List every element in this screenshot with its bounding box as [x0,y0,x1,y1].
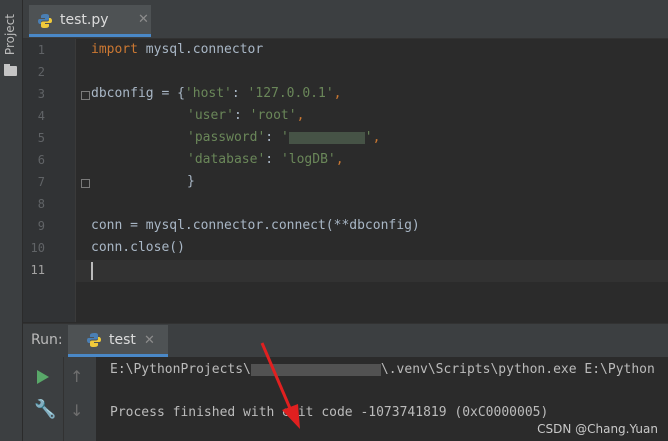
project-tool-sidebar: Project [0,0,23,441]
code-line-6: 'database': 'logDB', [187,152,344,167]
string-literal: 'root' [249,108,297,123]
line-number: 9 [37,219,45,233]
close-icon[interactable]: ✕ [144,333,155,348]
redacted-password [288,131,365,144]
editor-tab-bar: test.py ✕ [23,0,668,39]
project-tool-button[interactable]: Project [3,14,17,55]
code-line-3: dbconfig = {'host': '127.0.0.1', [91,86,341,101]
string-literal: 'logDB' [280,152,336,167]
output-text: \.venv\Scripts\python.exe E:\Python [380,362,655,377]
redacted-path [250,363,381,376]
string-literal: ' [364,130,373,145]
string-literal: ' [280,130,289,145]
string-literal: '127.0.0.1' [247,86,334,101]
run-toolbar: 🔧 ↑ ↓ [23,357,96,441]
line-number-gutter: 1 2 3 4 5 6 7 8 9 10 11 [23,39,76,322]
code-text: dbconfig = { [91,86,185,101]
string-literal: 'password' [187,130,266,145]
run-output-panel: 🔧 ↑ ↓ E:\PythonProjects\ \.venv\Scripts\p… [23,357,668,441]
run-label: Run: [31,332,63,348]
code-text: mysql.connector [137,42,264,57]
text-caret [91,262,93,280]
code-text: : [233,108,250,123]
code-line-7: } [187,174,195,189]
code-line-5: 'password': ' ', [187,130,380,145]
output-text: E:\PythonProjects\ [110,362,251,377]
line-number: 1 [37,43,45,57]
python-icon [87,333,101,347]
code-line-4: 'user': 'root', [187,108,304,123]
code-editor[interactable]: 1 2 3 4 5 6 7 8 9 10 11 import mysql.con… [23,39,668,322]
tab-test-py[interactable]: test.py ✕ [29,5,151,37]
arrow-up-icon[interactable]: ↑ [70,367,83,386]
string-literal: 'database' [187,152,266,167]
fold-marker-icon[interactable] [81,179,90,188]
code-comma: , [333,86,342,101]
toolbar-divider [63,357,64,441]
output-line-exit-code: Process finished with exit code -1073741… [110,405,549,420]
line-number-current: 11 [30,263,45,277]
run-tab-test[interactable]: test ✕ [68,325,168,357]
string-literal: 'host' [184,86,232,101]
line-number: 5 [37,131,45,145]
output-line-command: E:\PythonProjects\ \.venv\Scripts\python.… [110,362,655,377]
code-comma: , [335,152,344,167]
wrench-icon[interactable]: 🔧 [34,399,56,420]
line-number: 10 [30,241,45,255]
python-icon [38,14,52,28]
line-number: 4 [37,109,45,123]
folder-icon[interactable] [4,64,17,76]
code-line-9: conn = mysql.connector.connect(**dbconfi… [91,218,420,233]
code-text: : [231,86,248,101]
run-tool-window-header: Run: test ✕ [23,323,668,357]
run-tab-label: test [109,332,136,348]
code-line-10: conn.close() [91,240,185,255]
fold-marker-icon[interactable] [81,91,90,100]
close-icon[interactable]: ✕ [138,12,149,27]
code-comma: , [372,130,381,145]
code-comma: , [296,108,305,123]
watermark: CSDN @Chang.Yuan [537,422,658,436]
line-number: 8 [37,197,45,211]
rerun-play-icon[interactable] [37,370,49,384]
string-literal: 'user' [187,108,234,123]
line-number: 2 [37,65,45,79]
code-text: : [265,152,281,167]
current-line-highlight [23,260,668,282]
line-number: 6 [37,153,45,167]
line-number: 3 [37,87,45,101]
line-number: 7 [37,175,45,189]
keyword-import: import [91,42,138,57]
tab-label: test.py [60,12,109,28]
arrow-down-icon[interactable]: ↓ [70,401,83,420]
code-line-1: import mysql.connector [91,42,263,57]
code-text: : [265,130,281,145]
